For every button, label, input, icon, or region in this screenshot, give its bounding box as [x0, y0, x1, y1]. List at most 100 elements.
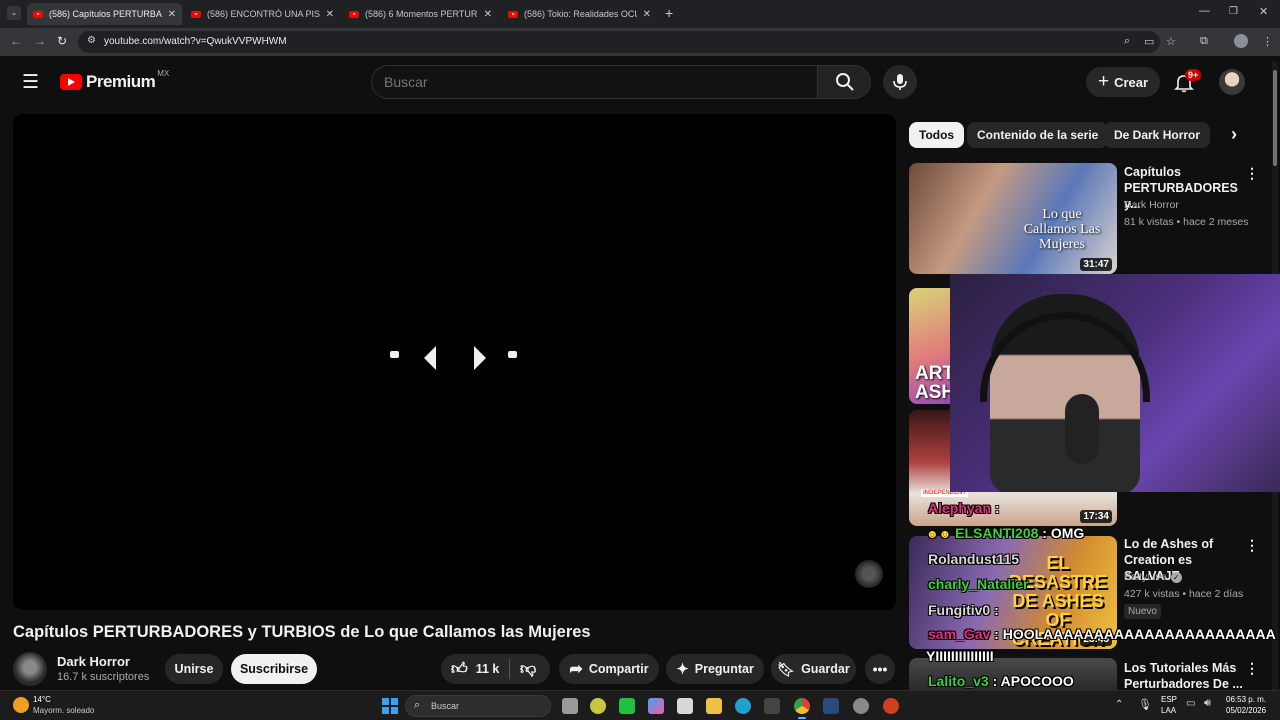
youtube-favicon-icon [191, 10, 201, 18]
region-code: MX [157, 68, 170, 78]
url-field[interactable]: ⚙ youtube.com/watch?v=QwukVVPWHWM ⌕ ▭ ☆ [78, 31, 1176, 53]
ask-label: Preguntar [694, 662, 754, 676]
search-input[interactable] [384, 72, 804, 92]
youtube-favicon-icon [349, 10, 359, 18]
channel-avatar[interactable] [13, 652, 47, 686]
close-window-icon[interactable]: ✕ [1259, 5, 1268, 18]
reload-icon[interactable]: ↻ [57, 34, 67, 48]
like-button[interactable]: 👍︎ 11 k [441, 660, 509, 679]
terminal-icon[interactable] [764, 698, 780, 714]
browser-tab[interactable]: (586) Tokio: Realidades OCULTA ✕ [502, 3, 657, 25]
forward-icon[interactable]: → [34, 34, 46, 48]
share-label: Compartir [588, 662, 649, 676]
tab-close-icon[interactable]: ✕ [168, 9, 176, 20]
duration-badge: 31:47 [1080, 258, 1112, 271]
search-button[interactable] [817, 65, 871, 99]
cast-icon[interactable]: ▭ [1144, 35, 1154, 48]
obs-icon[interactable] [853, 698, 869, 714]
bookmark-star-icon[interactable]: ☆ [1166, 35, 1176, 48]
notifications-button[interactable]: 9+ [1172, 69, 1202, 95]
more-actions-button[interactable]: ••• [865, 654, 895, 684]
search-box [371, 65, 817, 99]
clock-time[interactable]: 06:53 p. m. [1226, 695, 1266, 704]
task-view-icon[interactable] [562, 698, 578, 714]
browser-tab[interactable]: (586) Capítulos PERTURBADORES ✕ [27, 3, 182, 25]
recommendation-channel[interactable]: Dark Horror [1124, 199, 1179, 211]
clock-date[interactable]: 05/02/2026 [1226, 706, 1266, 715]
chevron-right-icon[interactable]: › [1231, 124, 1237, 145]
language-code[interactable]: ESP [1161, 695, 1177, 704]
chip-channel[interactable]: De Dark Horror [1104, 122, 1211, 148]
chat-message: Alephyan : [928, 500, 1000, 516]
restore-icon[interactable]: ❐ [1229, 6, 1238, 17]
chip-all[interactable]: Todos [909, 122, 965, 148]
sparkle-icon: ✦ [676, 661, 689, 678]
scrollbar-thumb[interactable] [1273, 70, 1277, 166]
search-icon [836, 73, 854, 91]
join-button[interactable]: Unirse [165, 654, 223, 684]
chat-username: Rolandust115 [928, 551, 1020, 567]
browser-tab[interactable]: (586) ENCONTRÓ UNA PISCINA ✕ [185, 3, 340, 25]
chat-message: ☻☻ ELSANTI208 : OMG [926, 525, 1084, 541]
voice-search-button[interactable] [883, 65, 917, 99]
temperature[interactable]: 14°C [33, 695, 51, 704]
ask-button[interactable]: ✦ Preguntar [666, 654, 764, 684]
start-button[interactable] [382, 698, 398, 714]
avatar[interactable] [1219, 69, 1245, 95]
zoom-icon[interactable]: ⌕ [1124, 35, 1130, 48]
microphone-tray-icon[interactable]: 🎙︎ [1138, 698, 1152, 711]
xbox-icon[interactable] [590, 698, 606, 714]
tab-close-icon[interactable]: ✕ [643, 9, 651, 20]
video-player[interactable] [13, 114, 896, 610]
weather-icon[interactable] [13, 697, 29, 713]
language-variant[interactable]: LAA [1161, 706, 1176, 715]
copilot-icon[interactable] [648, 698, 664, 714]
kebab-menu-icon[interactable]: ⋮ [1245, 165, 1259, 182]
chip-label: Contenido de la serie [977, 128, 1099, 142]
save-button[interactable]: 🔖︎ Guardar [771, 654, 856, 684]
minimize-icon[interactable]: — [1199, 5, 1210, 17]
chevron-up-icon[interactable]: ⌃ [1115, 699, 1123, 710]
youtube-premium-logo[interactable]: Premium MX [60, 68, 170, 92]
steam-icon[interactable] [823, 698, 839, 714]
chat-message: charly_Natalier [928, 576, 1028, 592]
subscribe-button[interactable]: Suscribirse [231, 654, 317, 684]
channel-name[interactable]: Dark Horror [57, 654, 130, 669]
chip-label: De Dark Horror [1114, 128, 1201, 142]
tab-close-icon[interactable]: ✕ [484, 9, 492, 20]
profile-icon[interactable] [1234, 34, 1248, 48]
chat-username: Lalito_v3 [928, 673, 989, 689]
thumbs-down-icon: 👎︎ [520, 660, 537, 678]
tab-title: (586) ENCONTRÓ UNA PISCINA [207, 9, 320, 19]
chrome-icon[interactable] [794, 698, 810, 714]
tab-search-icon[interactable]: ⌄ [7, 6, 21, 20]
browser-menu-icon[interactable]: ⋮ [1262, 35, 1273, 48]
edge-icon[interactable] [735, 698, 751, 714]
recommendation-thumbnail[interactable]: Lo que Callamos Las Mujeres 31:47 [909, 163, 1117, 274]
site-info-icon[interactable]: ⚙ [87, 35, 96, 46]
thumbnail-text: Lo que Callamos Las Mujeres [1023, 207, 1101, 252]
tab-close-icon[interactable]: ✕ [326, 9, 334, 20]
back-icon[interactable]: ← [10, 34, 22, 48]
microphone-icon [893, 74, 907, 90]
app-icon[interactable] [883, 698, 899, 714]
weather-text[interactable]: Mayorm. soleado [33, 706, 94, 715]
folder-icon[interactable] [706, 698, 722, 714]
chat-message: Rolandust115 [928, 551, 1019, 567]
game-app-icon[interactable] [619, 698, 635, 714]
volume-icon[interactable]: 🔊︎ [1204, 697, 1211, 710]
browser-tab[interactable]: (586) 6 Momentos PERTURBAD ✕ [343, 3, 498, 25]
chip-series[interactable]: Contenido de la serie [967, 122, 1109, 148]
extensions-icon[interactable]: ⧉ [1200, 35, 1208, 48]
taskbar-search[interactable]: ⌕ Buscar [405, 695, 551, 717]
hamburger-menu-icon[interactable]: ☰ [22, 71, 39, 94]
url-text: youtube.com/watch?v=QwukVVPWHWM [104, 36, 287, 47]
chat-message: YIIIIIIIIIIIIIII [926, 648, 994, 664]
create-button[interactable]: + Crear [1086, 67, 1160, 97]
store-icon[interactable] [677, 698, 693, 714]
dislike-button[interactable]: 👎︎ [510, 660, 536, 679]
network-icon[interactable]: ▭ [1186, 698, 1195, 709]
new-tab-icon[interactable]: + [665, 5, 673, 21]
share-button[interactable]: ➦ Compartir [559, 654, 659, 684]
channel-watermark-icon[interactable] [855, 560, 883, 588]
